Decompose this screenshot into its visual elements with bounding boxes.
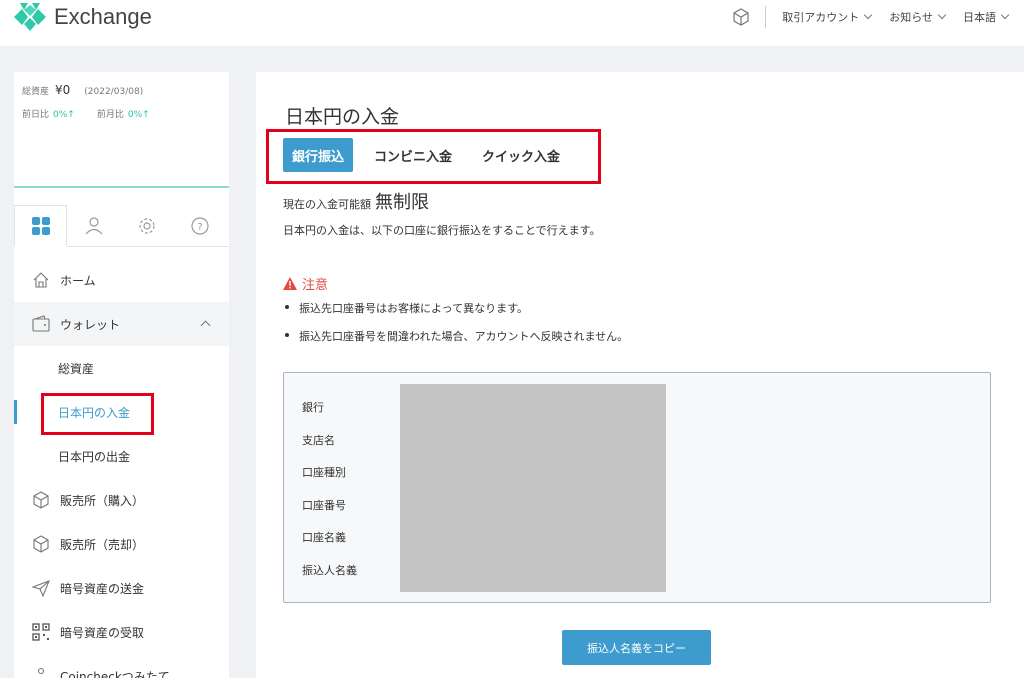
copy-transferor-name-button[interactable]: 振込人名義をコピー: [562, 630, 711, 665]
prev-day-value: 0%↑: [53, 110, 75, 120]
dashboard-icon: [31, 217, 50, 235]
annotation-box: [41, 393, 154, 435]
logo-icon: [14, 3, 46, 31]
sidebar-item-jpy-withdraw[interactable]: 日本円の出金: [14, 434, 229, 478]
masked-account-details: [400, 384, 666, 592]
total-assets-label: 総資産: [22, 87, 50, 97]
send-icon: [32, 580, 50, 597]
chevron-up-icon: [200, 320, 211, 331]
sidebar-item-wallet[interactable]: ウォレット: [14, 302, 229, 346]
sidebar-tabs: ?: [14, 205, 229, 247]
sidebar-item-label: 総資産: [58, 361, 95, 376]
prev-day-label: 前日比: [22, 110, 50, 120]
sidebar-item-receive[interactable]: 暗号資産の受取: [14, 610, 229, 654]
annotation-box: [266, 129, 601, 184]
sidebar-item-label: ウォレット: [60, 317, 121, 332]
warning-icon: [283, 277, 297, 290]
branch-label: 支店名: [302, 433, 335, 447]
qr-icon: [32, 623, 50, 641]
cube-icon: [33, 491, 49, 509]
sidebar-item-buy[interactable]: 販売所（購入）: [14, 478, 229, 522]
sidebar-item-label: Coincheckつみたて: [60, 669, 170, 678]
language-menu-label: 日本語: [963, 11, 996, 24]
sidebar-item-label: 暗号資産の送金: [60, 581, 145, 596]
prev-month-value: 0%↑: [127, 110, 150, 120]
prev-month-label: 前月比: [96, 110, 124, 120]
home-icon: [33, 272, 49, 288]
tab-user[interactable]: [67, 205, 120, 247]
gear-icon: [138, 218, 155, 234]
help-icon: ?: [190, 217, 209, 235]
account-menu[interactable]: 取引アカウント: [782, 9, 873, 25]
deposit-description: 日本円の入金は、以下の口座に銀行振込をすることで行えます。: [283, 224, 601, 237]
top-header: Exchange 取引アカウント お知らせ 日本語: [0, 0, 1024, 46]
wallet-icon: [32, 315, 50, 332]
sidebar-item-label: 販売所（売却）: [60, 537, 145, 552]
logo[interactable]: Exchange: [12, 0, 152, 34]
sidebar-item-sell[interactable]: 販売所（売却）: [14, 522, 229, 566]
chevron-down-icon: [863, 10, 873, 20]
asset-summary: 総資産 ¥0 (2022/03/08) 前日比 0%↑ 前月比 0%↑: [14, 72, 229, 188]
notifications-menu[interactable]: お知らせ: [889, 9, 947, 25]
tab-help[interactable]: ?: [173, 205, 226, 247]
sidebar: 総資産 ¥0 (2022/03/08) 前日比 0%↑ 前月比 0%↑ ? ホー…: [14, 72, 229, 678]
account-type-label: 口座種別: [302, 466, 346, 479]
user-icon: [85, 217, 102, 235]
warning-title: 注意: [302, 278, 329, 293]
sidebar-item-home[interactable]: ホーム: [14, 258, 229, 302]
sidebar-item-send[interactable]: 暗号資産の送金: [14, 566, 229, 610]
bank-account-panel: 銀行 支店名 口座種別 口座番号 口座名義 振込人名義: [283, 372, 991, 603]
chevron-down-icon: [937, 10, 947, 20]
sidebar-item-coincheck-tsumitate[interactable]: Coincheckつみたて: [14, 654, 229, 678]
cube-icon[interactable]: [731, 7, 751, 27]
header-divider: [765, 6, 767, 28]
sidebar-nav: ホーム ウォレット 総資産 日本円の入金 日本円の出金 販売所（購入） 販売所（…: [14, 258, 229, 678]
chevron-down-icon: [1000, 10, 1010, 20]
notes-list: 振込先口座番号はお客様によって異なります。 振込先口座番号を間違われた場合、アカ…: [283, 300, 628, 356]
total-assets-date: (2022/03/08): [84, 87, 144, 97]
sidebar-item-label: 販売所（購入）: [60, 493, 145, 508]
sidebar-item-label: 日本円の出金: [58, 449, 131, 464]
sidebar-item-label: 暗号資産の受取: [60, 625, 145, 640]
transferor-name-label: 振込人名義: [302, 563, 357, 577]
nodes-icon: [35, 667, 47, 678]
svg-text:?: ?: [197, 222, 202, 233]
page-title: 日本円の入金: [285, 106, 400, 128]
bank-labels: 銀行 支店名 口座種別 口座番号 口座名義 振込人名義: [302, 399, 357, 594]
deposit-limit-value: 無制限: [375, 192, 429, 213]
account-holder-label: 口座名義: [302, 531, 346, 544]
sidebar-item-label: ホーム: [60, 273, 96, 288]
tab-settings[interactable]: [120, 205, 173, 247]
language-menu[interactable]: 日本語: [963, 9, 1010, 25]
list-item: 振込先口座番号はお客様によって異なります。: [283, 300, 628, 328]
tab-dashboard[interactable]: [14, 205, 67, 247]
deposit-limit: 現在の入金可能額 無制限: [283, 188, 429, 214]
deposit-limit-label: 現在の入金可能額: [283, 198, 371, 211]
notifications-menu-label: お知らせ: [889, 11, 933, 24]
account-menu-label: 取引アカウント: [782, 11, 860, 24]
sidebar-item-total-assets[interactable]: 総資産: [14, 346, 229, 390]
bank-label: 銀行: [302, 401, 324, 414]
list-item: 振込先口座番号を間違われた場合、アカウントへ反映されません。: [283, 328, 628, 356]
account-number-label: 口座番号: [302, 498, 346, 512]
total-assets-value: ¥0: [55, 83, 71, 97]
logo-text: Exchange: [54, 4, 152, 29]
cube-icon: [33, 535, 49, 553]
warning-heading: 注意: [283, 274, 328, 293]
